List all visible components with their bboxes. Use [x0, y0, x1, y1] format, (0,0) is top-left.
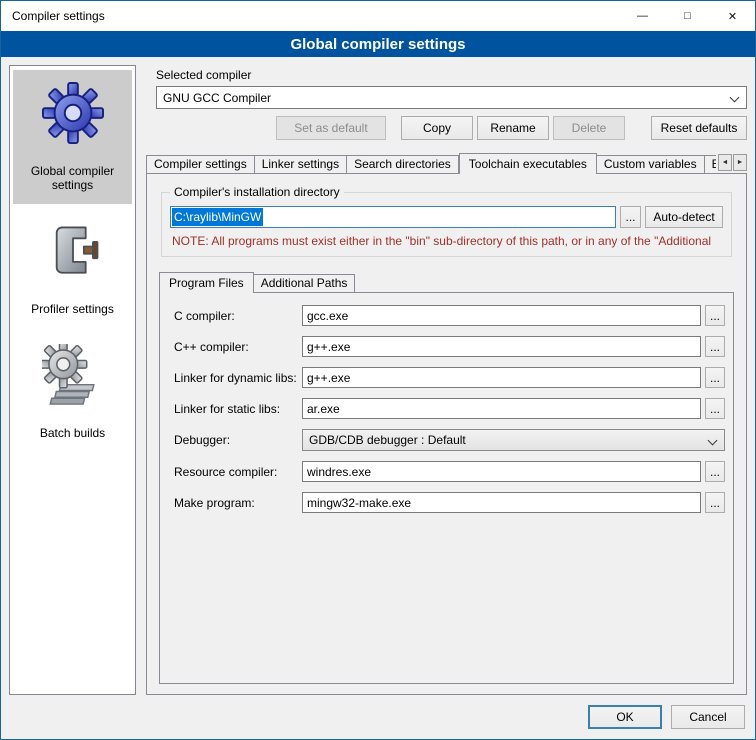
tab-scroll-right-button[interactable]: ►: [733, 154, 747, 171]
rename-button[interactable]: Rename: [477, 116, 549, 140]
sidebar-item-global-compiler-settings[interactable]: Global compiler settings: [13, 70, 132, 204]
reset-defaults-button[interactable]: Reset defaults: [651, 116, 747, 140]
sidebar-item-batch-builds[interactable]: Batch builds: [13, 332, 132, 452]
linker-static-label: Linker for static libs:: [174, 402, 302, 416]
toolchain-executables-panel: Compiler's installation directory C:\ray…: [146, 173, 747, 695]
installation-directory-group-title: Compiler's installation directory: [170, 185, 344, 199]
maximize-icon: □: [684, 10, 691, 22]
linker-dynamic-row: Linker for dynamic libs: ...: [174, 367, 725, 388]
minimize-button[interactable]: —: [620, 1, 665, 31]
c-compiler-browse-button[interactable]: ...: [705, 305, 725, 326]
programs-tabs: Program Files Additional Paths: [159, 272, 734, 293]
resource-compiler-row: Resource compiler: ...: [174, 461, 725, 482]
dialog-content: Global compiler settings: [1, 57, 755, 695]
tab-scroll-buttons: ◄ ►: [718, 154, 747, 171]
settings-category-list: Global compiler settings: [9, 65, 136, 695]
debugger-dropdown[interactable]: GDB/CDB debugger : Default: [302, 429, 725, 451]
linker-dynamic-label: Linker for dynamic libs:: [174, 371, 302, 385]
linker-dynamic-browse-button[interactable]: ...: [705, 367, 725, 388]
tab-program-files[interactable]: Program Files: [159, 272, 254, 293]
make-program-row: Make program: ...: [174, 492, 725, 513]
program-files-panel: C compiler: ... C++ compiler: ... Linker…: [159, 292, 734, 684]
settings-tab-strip: Compiler settings Linker settings Search…: [146, 152, 747, 174]
close-button[interactable]: ✕: [710, 1, 755, 31]
selected-compiler-label: Selected compiler: [156, 68, 747, 82]
window-title: Compiler settings: [1, 1, 620, 31]
cpp-compiler-label: C++ compiler:: [174, 340, 302, 354]
installation-directory-row: C:\raylib\MinGW ... Auto-detect: [170, 206, 723, 228]
programs-tab-strip: Program Files Additional Paths: [159, 271, 734, 293]
linker-static-row: Linker for static libs: ...: [174, 398, 725, 419]
clamp-tool-icon: [15, 216, 130, 286]
selected-compiler-value: GNU GCC Compiler: [163, 91, 271, 105]
tab-custom-variables[interactable]: Custom variables: [597, 155, 705, 174]
debugger-value: GDB/CDB debugger : Default: [309, 433, 466, 447]
main-panel: Selected compiler GNU GCC Compiler Set a…: [146, 65, 747, 695]
tab-additional-paths[interactable]: Additional Paths: [254, 274, 356, 293]
tab-search-directories[interactable]: Search directories: [347, 155, 459, 174]
debugger-label: Debugger:: [174, 433, 302, 447]
sidebar-item-label: Profiler settings: [15, 302, 130, 316]
linker-dynamic-input[interactable]: [302, 367, 701, 388]
dialog-header-title: Global compiler settings: [290, 36, 465, 53]
bin-subdirectory-note: NOTE: All programs must exist either in …: [172, 234, 723, 248]
linker-static-browse-button[interactable]: ...: [705, 398, 725, 419]
make-program-label: Make program:: [174, 496, 302, 510]
make-program-browse-button[interactable]: ...: [705, 492, 725, 513]
tab-toolchain-executables[interactable]: Toolchain executables: [459, 153, 597, 174]
linker-static-input[interactable]: [302, 398, 701, 419]
dialog-header: Global compiler settings: [1, 31, 755, 57]
c-compiler-row: C compiler: ...: [174, 305, 725, 326]
left-arrow-icon: ◄: [722, 159, 729, 166]
maximize-button[interactable]: □: [665, 1, 710, 31]
compiler-settings-window: Compiler settings — □ ✕ Global compiler …: [0, 0, 756, 740]
sidebar-item-label: Batch builds: [15, 426, 130, 440]
c-compiler-input[interactable]: [302, 305, 701, 326]
tab-linker-settings[interactable]: Linker settings: [255, 155, 347, 174]
installation-directory-browse-button[interactable]: ...: [620, 206, 641, 228]
cpp-compiler-input[interactable]: [302, 336, 701, 357]
resource-compiler-input[interactable]: [302, 461, 701, 482]
titlebar[interactable]: Compiler settings — □ ✕: [1, 1, 755, 31]
selected-compiler-dropdown[interactable]: GNU GCC Compiler: [156, 86, 747, 109]
installation-directory-group: Compiler's installation directory C:\ray…: [161, 192, 732, 257]
tab-scroll-left-button[interactable]: ◄: [718, 154, 732, 171]
tab-compiler-settings[interactable]: Compiler settings: [146, 155, 255, 174]
sidebar-item-label: Global compiler settings: [15, 164, 130, 192]
cpp-compiler-browse-button[interactable]: ...: [705, 336, 725, 357]
set-as-default-button[interactable]: Set as default: [276, 116, 386, 140]
gray-gear-stack-icon: [15, 340, 130, 410]
blue-gear-icon: [15, 78, 130, 148]
settings-tabs: Compiler settings Linker settings Search…: [146, 153, 716, 174]
copy-button[interactable]: Copy: [401, 116, 473, 140]
installation-directory-value: C:\raylib\MinGW: [172, 208, 263, 226]
minimize-icon: —: [637, 10, 648, 22]
make-program-input[interactable]: [302, 492, 701, 513]
cpp-compiler-row: C++ compiler: ...: [174, 336, 725, 357]
compiler-actions-row: Set as default Copy Rename Delete Reset …: [156, 116, 747, 140]
chevron-down-icon: [730, 93, 740, 103]
sidebar-item-profiler-settings[interactable]: Profiler settings: [13, 208, 132, 328]
ok-button[interactable]: OK: [588, 705, 662, 729]
dialog-footer: OK Cancel: [1, 695, 755, 739]
cancel-button[interactable]: Cancel: [671, 705, 745, 729]
auto-detect-button[interactable]: Auto-detect: [645, 206, 723, 228]
close-icon: ✕: [728, 10, 737, 23]
delete-button[interactable]: Delete: [553, 116, 625, 140]
tab-build-options[interactable]: Build: [705, 155, 716, 174]
resource-compiler-browse-button[interactable]: ...: [705, 461, 725, 482]
resource-compiler-label: Resource compiler:: [174, 465, 302, 479]
right-arrow-icon: ►: [737, 159, 744, 166]
chevron-down-icon: [708, 436, 718, 446]
installation-directory-input[interactable]: C:\raylib\MinGW: [170, 206, 616, 228]
debugger-row: Debugger: GDB/CDB debugger : Default: [174, 429, 725, 451]
c-compiler-label: C compiler:: [174, 309, 302, 323]
